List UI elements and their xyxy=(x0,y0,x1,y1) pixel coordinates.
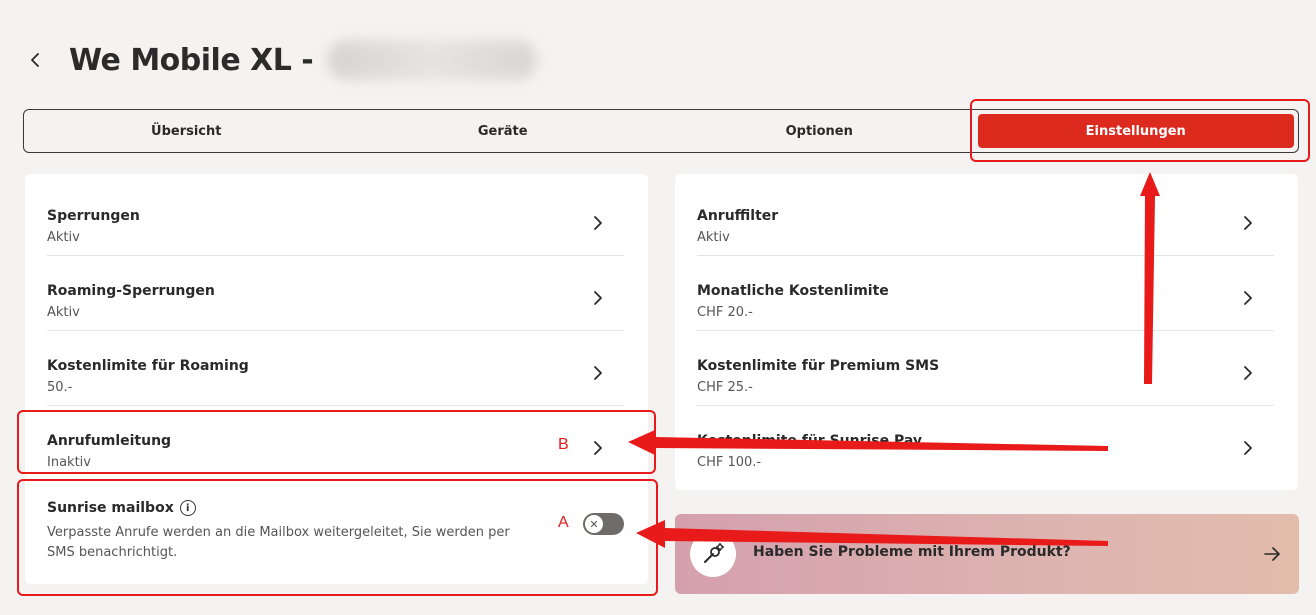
chevron-right-icon xyxy=(1244,291,1252,305)
setting-status: CHF 20.- xyxy=(697,305,753,320)
redacted-phone-number xyxy=(327,40,538,80)
setting-status: Inaktiv xyxy=(47,455,91,470)
tab-bar: Übersicht Geräte Optionen Einstellungen xyxy=(23,109,1299,153)
chevron-right-icon xyxy=(594,441,602,455)
setting-status: 50.- xyxy=(47,380,73,395)
settings-card-left: Sperrungen Aktiv Roaming-Sperrungen Akti… xyxy=(25,174,648,584)
page-header: We Mobile XL - xyxy=(25,40,538,80)
mailbox-title: Sunrise mailbox i xyxy=(47,500,196,516)
chevron-right-icon xyxy=(594,291,602,305)
help-banner[interactable]: Haben Sie Probleme mit Ihrem Produkt? xyxy=(675,514,1299,594)
back-button[interactable] xyxy=(25,40,45,80)
tab-optionen[interactable]: Optionen xyxy=(661,114,978,148)
setting-status: Aktiv xyxy=(47,305,80,320)
tab-einstellungen[interactable]: Einstellungen xyxy=(977,114,1294,148)
tab-uebersicht[interactable]: Übersicht xyxy=(28,114,345,148)
setting-title: Kostenlimite für Premium SMS xyxy=(697,358,940,374)
chevron-right-icon xyxy=(594,366,602,380)
close-icon: ✕ xyxy=(585,515,603,533)
chevron-right-icon xyxy=(1244,216,1252,230)
page-title: We Mobile XL - xyxy=(69,42,314,78)
setting-row-anruffilter[interactable]: Anruffilter Aktiv xyxy=(697,181,1274,256)
chevron-right-icon xyxy=(1244,441,1252,455)
setting-status: Aktiv xyxy=(697,230,730,245)
annotation-label-b: B xyxy=(558,436,569,453)
setting-row-roaming-sperrungen[interactable]: Roaming-Sperrungen Aktiv xyxy=(47,256,624,331)
setting-row-kostenlimite-roaming[interactable]: Kostenlimite für Roaming 50.- xyxy=(47,331,624,406)
chevron-left-icon xyxy=(31,53,39,67)
info-icon[interactable]: i xyxy=(179,500,196,516)
mailbox-title-text: Sunrise mailbox xyxy=(47,500,174,516)
sunrise-mailbox-setting: Sunrise mailbox i Verpasste Anrufe werde… xyxy=(47,490,624,580)
chevron-right-icon xyxy=(594,216,602,230)
setting-row-anrufumleitung[interactable]: Anrufumleitung Inaktiv xyxy=(47,406,624,481)
setting-row-kostenlimite-premium-sms[interactable]: Kostenlimite für Premium SMS CHF 25.- xyxy=(697,331,1274,406)
setting-row-sperrungen[interactable]: Sperrungen Aktiv xyxy=(47,181,624,256)
arrow-right-icon xyxy=(1264,547,1280,561)
chevron-right-icon xyxy=(1244,366,1252,380)
setting-title: Anruffilter xyxy=(697,208,779,224)
setting-title: Monatliche Kostenlimite xyxy=(697,283,889,299)
setting-row-monatliche-kostenlimite[interactable]: Monatliche Kostenlimite CHF 20.- xyxy=(697,256,1274,331)
setting-row-kostenlimite-sunrise-pay[interactable]: Kostenlimite für Sunrise Pay CHF 100.- xyxy=(697,406,1274,481)
setting-title: Sperrungen xyxy=(47,208,140,224)
setting-status: CHF 100.- xyxy=(697,455,762,470)
setting-title: Kostenlimite für Sunrise Pay xyxy=(697,433,923,449)
setting-title: Anrufumleitung xyxy=(47,433,172,449)
setting-status: CHF 25.- xyxy=(697,380,753,395)
setting-title: Roaming-Sperrungen xyxy=(47,283,215,299)
tab-geraete[interactable]: Geräte xyxy=(345,114,662,148)
setting-title: Kostenlimite für Roaming xyxy=(47,358,249,374)
help-banner-text: Haben Sie Probleme mit Ihrem Produkt? xyxy=(753,544,1071,560)
setting-status: Aktiv xyxy=(47,230,80,245)
tools-icon xyxy=(690,531,736,577)
mailbox-description: Verpasste Anrufe werden an die Mailbox w… xyxy=(47,525,510,560)
settings-card-right: Anruffilter Aktiv Monatliche Kostenlimit… xyxy=(675,174,1298,490)
annotation-label-a: A xyxy=(558,514,569,531)
mailbox-toggle[interactable]: ✕ xyxy=(583,513,624,535)
